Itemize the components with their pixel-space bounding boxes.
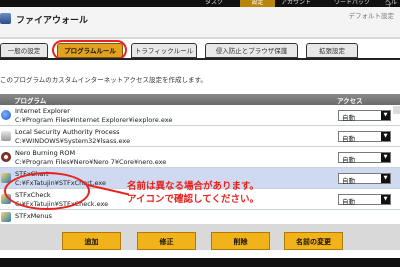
stfx-menus-icon [1,212,11,222]
annotation-line-2: アイコンで確認してください。 [127,194,259,205]
access-select[interactable]: 自動 ▼ [338,173,391,185]
column-program: プログラム [14,97,47,105]
tab-advanced[interactable]: 拡張設定 [306,43,358,58]
program-name: Nero Burning ROM [15,149,76,157]
program-path: C:¥Program Files¥Nero¥Nero 7¥Core¥nero.e… [15,158,167,166]
nav-tab-settings[interactable]: 設定 [240,0,275,7]
page-title: ファイアウォール [16,16,89,26]
table-row[interactable]: Internet Explorer C:¥Program Files¥Inter… [0,105,400,126]
highlight-oval [4,172,90,210]
tab-traffic-rules[interactable]: トラフィックルール [131,43,197,58]
program-name: STFxMenus [15,212,52,220]
scrollbar-up-button[interactable] [393,106,400,114]
annotation-callout: 名前は異なる場合があります。 アイコンで確認してください。 [127,180,259,206]
nero-disc-icon [1,152,11,162]
footer-bar [0,258,400,267]
table-row[interactable]: Local Security Authority Process C:¥WIND… [0,126,400,147]
annotation-line-1: 名前は異なる場合があります。 [127,181,260,192]
chevron-down-icon: ▼ [381,195,390,204]
tab-intrusion-browser[interactable]: 侵入防止とブラウザ保護 [205,43,298,58]
chevron-down-icon: ▼ [381,174,390,183]
table-row[interactable]: Nero Burning ROM C:¥Program Files¥Nero¥N… [0,147,400,168]
rename-button[interactable]: 名前の変更 [284,232,343,250]
highlight-ring [52,40,127,60]
program-path: C:¥Program Files¥Internet Explorer¥iexpl… [15,116,173,124]
tab-underline [0,58,400,60]
default-settings-link[interactable]: デフォルト設定 [349,10,395,20]
header-divider [0,37,400,39]
firewall-icon [0,13,11,24]
program-name: Local Security Authority Process [15,128,120,136]
nav-tab-tasks[interactable]: タスク [205,0,233,7]
delete-button[interactable]: 削除 [211,232,270,250]
access-select[interactable]: 自動 ▼ [338,131,391,143]
application-icon [1,131,11,141]
nav-tab-account[interactable]: アカウント [281,0,326,7]
table-row[interactable]: STFxMenus [0,210,400,224]
chevron-down-icon: ▼ [381,111,390,120]
tab-general[interactable]: 一般の設定 [0,43,48,58]
access-select[interactable]: 自動 ▼ [338,110,391,122]
access-select[interactable]: 自動 ▼ [338,152,391,164]
nav-tab-help[interactable]: ヘルプ [385,0,400,7]
top-nav: タスク 設定 アカウント ワードパック ヘルプ [0,0,400,7]
description-text: このプログラムのカスタムインターネットアクセス設定を作成します。 [0,76,207,84]
chevron-down-icon: ▼ [381,153,390,162]
access-select[interactable]: 自動 ▼ [338,194,391,206]
chevron-down-icon: ▼ [381,132,390,141]
nav-tab-wordpack[interactable]: ワードパック [334,0,379,7]
internet-explorer-icon [1,110,11,120]
program-name: Internet Explorer [15,107,70,115]
table-header: プログラム アクセス [0,94,400,105]
add-button[interactable]: 追加 [62,232,121,250]
column-access: アクセス [337,97,363,105]
program-path: C:¥WINDOWS¥System32¥lsass.exe [15,137,131,145]
edit-button[interactable]: 修正 [137,232,196,250]
